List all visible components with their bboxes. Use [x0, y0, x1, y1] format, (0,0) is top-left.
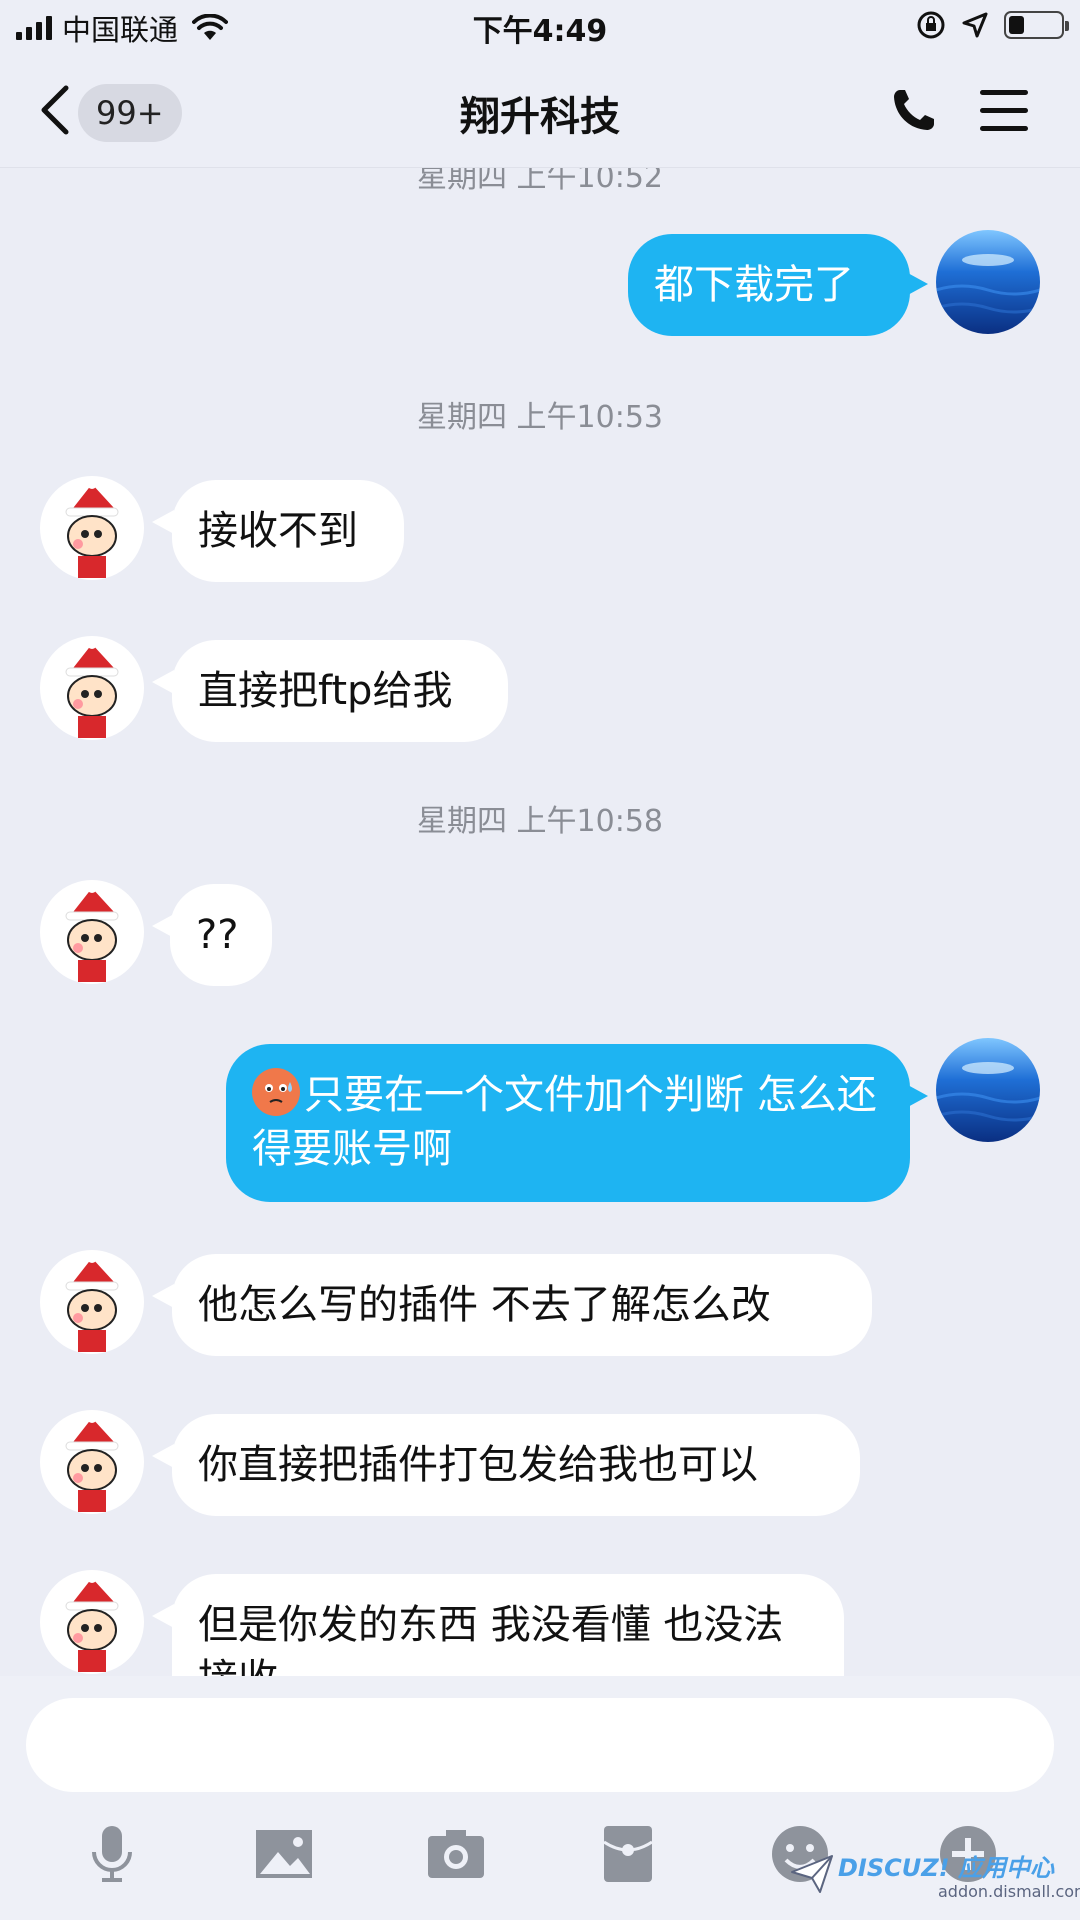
rotation-lock-icon [917, 11, 945, 39]
outgoing-message[interactable]: 只要在一个文件加个判断 怎么还得要账号啊 [226, 1044, 910, 1202]
contact-avatar[interactable] [40, 476, 144, 580]
watermark: DISCUZ! 应用中心 addon.dismall.com [790, 1848, 1080, 1916]
message-text: 只要在一个文件加个判断 怎么还得要账号啊 [252, 1072, 877, 1172]
timestamp: 星期四 上午10:53 [417, 400, 663, 435]
phone-call-icon[interactable] [890, 86, 938, 134]
bubble-tail [906, 1084, 928, 1108]
incoming-message[interactable]: 你直接把插件打包发给我也可以 [172, 1414, 860, 1516]
contact-avatar[interactable] [40, 1250, 144, 1354]
cartoon-avatar-icon [40, 1250, 144, 1354]
bubble-tail [152, 670, 174, 694]
contact-avatar[interactable] [40, 1570, 144, 1674]
message-list[interactable]: 星期四 上午10:52 都下载完了 星期四 上午10:53 接收不到 直接把ft… [0, 168, 1080, 1676]
cartoon-avatar-icon [40, 880, 144, 984]
cartoon-avatar-icon [40, 1410, 144, 1514]
outgoing-message[interactable]: 都下载完了 [628, 234, 910, 336]
paper-plane-icon [791, 1855, 833, 1893]
battery-fill [1009, 16, 1024, 34]
cartoon-avatar-icon [40, 636, 144, 740]
red-packet-icon[interactable] [596, 1822, 660, 1886]
bubble-tail [152, 1284, 174, 1308]
cartoon-avatar-icon [40, 1570, 144, 1674]
contact-avatar[interactable] [40, 1410, 144, 1514]
incoming-message[interactable]: ?? [170, 884, 272, 986]
bubble-tail [152, 510, 174, 534]
location-icon [962, 12, 988, 38]
status-right [916, 10, 1069, 40]
nav-bar: 99+ 翔升科技 [0, 56, 1080, 168]
watermark-brand: DISCUZ! 应用中心 [838, 1854, 1054, 1882]
timestamp: 星期四 上午10:58 [417, 804, 663, 839]
contact-avatar[interactable] [40, 880, 144, 984]
incoming-message[interactable]: 接收不到 [172, 480, 404, 582]
sweat-emoji-icon [252, 1068, 300, 1116]
incoming-message[interactable]: 但是你发的东西 我没看懂 也没法接收 [172, 1574, 844, 1676]
self-avatar[interactable] [936, 1038, 1040, 1142]
bubble-tail [152, 1444, 174, 1468]
ocean-avatar-icon [936, 1038, 1040, 1142]
incoming-message[interactable]: 他怎么写的插件 不去了解怎么改 [172, 1254, 872, 1356]
camera-icon[interactable] [424, 1822, 488, 1886]
status-bar: 中国联通 下午4:49 [0, 0, 1080, 56]
incoming-message[interactable]: 直接把ftp给我 [172, 640, 508, 742]
image-icon[interactable] [252, 1822, 316, 1886]
bubble-tail [906, 272, 928, 296]
bubble-tail [152, 1604, 174, 1628]
ocean-avatar-icon [936, 230, 1040, 334]
message-input[interactable] [26, 1698, 1054, 1792]
cartoon-avatar-icon [40, 476, 144, 580]
watermark-url: addon.dismall.com [938, 1882, 1080, 1901]
timestamp: 星期四 上午10:52 [417, 168, 663, 195]
battery-icon [1004, 11, 1069, 39]
microphone-icon[interactable] [80, 1822, 144, 1886]
menu-icon[interactable] [980, 90, 1028, 132]
contact-avatar[interactable] [40, 636, 144, 740]
self-avatar[interactable] [936, 230, 1040, 334]
